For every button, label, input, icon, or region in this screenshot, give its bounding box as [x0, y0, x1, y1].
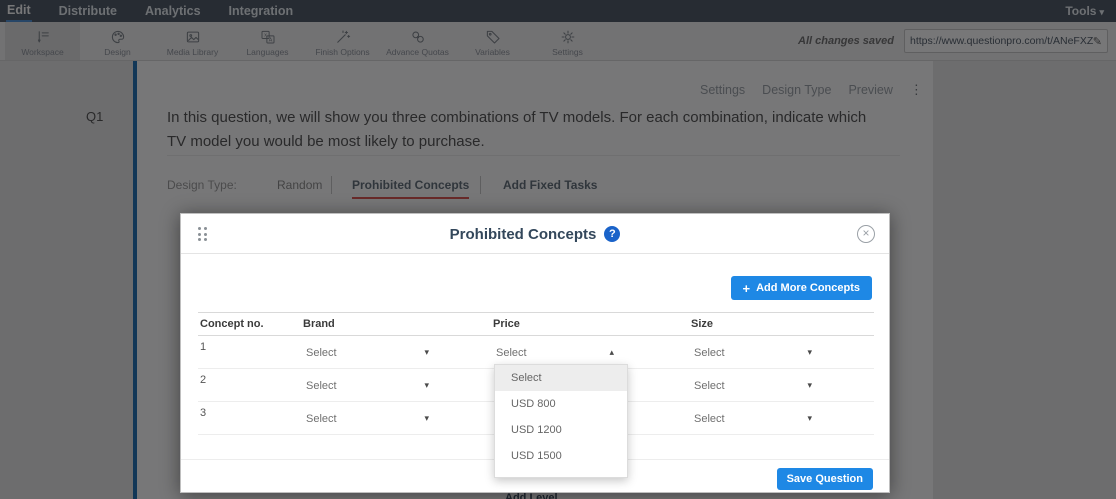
chevron-down-icon: ▾ [424, 380, 429, 391]
select-value: Select [694, 347, 725, 359]
concept-number: 1 [200, 341, 206, 353]
size-select-row1[interactable]: Select ▾ [691, 346, 814, 362]
col-header-size: Size [691, 318, 713, 330]
dropdown-option-usd-800[interactable]: USD 800 [495, 391, 627, 417]
brand-select-row3[interactable]: Select ▾ [303, 412, 431, 428]
select-value: Select [306, 347, 337, 359]
table-header-row: Concept no. Brand Price Size [198, 312, 874, 336]
select-value: Select [694, 380, 725, 392]
chevron-down-icon: ▾ [807, 380, 812, 391]
chevron-up-icon: ▴ [609, 347, 614, 358]
close-icon[interactable]: × [857, 225, 875, 243]
col-header-brand: Brand [303, 318, 335, 330]
add-more-concepts-button[interactable]: + Add More Concepts [731, 276, 873, 300]
col-header-concept-no: Concept no. [200, 318, 264, 330]
modal-header: Prohibited Concepts ? × [181, 214, 889, 254]
brand-select-row2[interactable]: Select ▾ [303, 379, 431, 395]
price-select-row1-open[interactable]: Select ▴ [493, 346, 616, 362]
chevron-down-icon: ▾ [807, 347, 812, 358]
modal-title-wrap: Prohibited Concepts ? [181, 214, 889, 254]
dropdown-option-usd-1500[interactable]: USD 1500 [495, 443, 627, 469]
prohibited-concepts-modal: Prohibited Concepts ? × + Add More Conce… [180, 213, 890, 493]
col-header-price: Price [493, 318, 520, 330]
size-select-row2[interactable]: Select ▾ [691, 379, 814, 395]
select-value: Select [694, 413, 725, 425]
chevron-down-icon: ▾ [424, 347, 429, 358]
dropdown-option-select[interactable]: Select [495, 365, 627, 391]
plus-icon: + [743, 281, 751, 296]
modal-title: Prohibited Concepts [450, 226, 597, 243]
concept-number: 2 [200, 374, 206, 386]
select-value: Select [306, 413, 337, 425]
chevron-down-icon: ▾ [424, 413, 429, 424]
size-select-row3[interactable]: Select ▾ [691, 412, 814, 428]
help-icon[interactable]: ? [604, 226, 620, 242]
chevron-down-icon: ▾ [807, 413, 812, 424]
concept-number: 3 [200, 407, 206, 419]
save-question-button[interactable]: Save Question [777, 468, 873, 490]
price-dropdown-menu: Select USD 800 USD 1200 USD 1500 [494, 364, 628, 478]
brand-select-row1[interactable]: Select ▾ [303, 346, 431, 362]
select-value: Select [496, 347, 527, 359]
dropdown-option-usd-1200[interactable]: USD 1200 [495, 417, 627, 443]
add-more-concepts-label: Add More Concepts [756, 282, 860, 294]
select-value: Select [306, 380, 337, 392]
